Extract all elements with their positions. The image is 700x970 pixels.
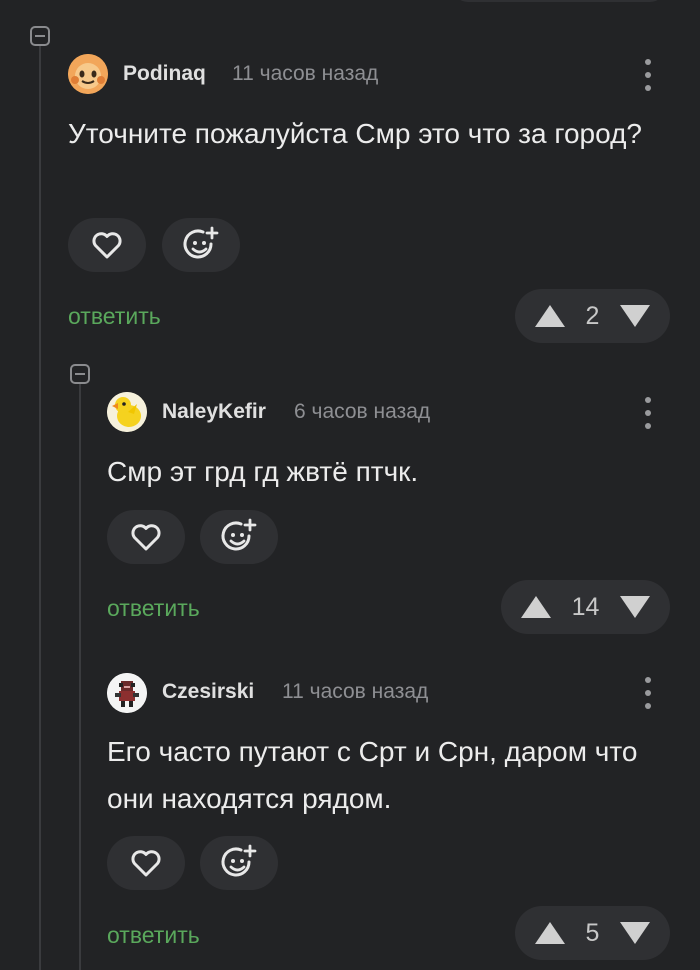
reply-link[interactable]: ответить bbox=[68, 303, 161, 330]
author-name[interactable]: Podinaq bbox=[123, 62, 206, 86]
like-button[interactable] bbox=[107, 510, 185, 564]
comment-text: Его часто путают с Срт и Срн, даром что … bbox=[107, 736, 638, 814]
like-button[interactable] bbox=[68, 218, 146, 272]
more-vertical-icon[interactable] bbox=[645, 677, 651, 709]
rating-control: 14 bbox=[501, 580, 670, 634]
rating-value: 14 bbox=[571, 592, 600, 621]
arrow-up-icon[interactable] bbox=[519, 594, 553, 620]
arrow-down-icon[interactable] bbox=[618, 594, 652, 620]
collapse-thread-icon[interactable] bbox=[70, 364, 90, 384]
rating-control: 5 bbox=[515, 906, 670, 960]
arrow-down-icon[interactable] bbox=[618, 920, 652, 946]
yellow-duck-avatar bbox=[107, 392, 147, 432]
collapse-thread-icon[interactable] bbox=[30, 26, 50, 46]
orange-face-avatar bbox=[68, 54, 108, 94]
arrow-down-icon[interactable] bbox=[618, 303, 652, 329]
reaction-button[interactable] bbox=[200, 836, 278, 890]
comment-time: 6 часов назад bbox=[294, 400, 431, 423]
like-button[interactable] bbox=[107, 836, 185, 890]
avatar[interactable] bbox=[68, 54, 108, 94]
add-emoji-icon bbox=[221, 844, 257, 877]
thread-line-nested bbox=[79, 384, 81, 970]
comment-time: 11 часов назад bbox=[282, 680, 429, 703]
avatar[interactable] bbox=[107, 392, 147, 432]
reply-link[interactable]: ответить bbox=[107, 595, 200, 622]
author-name[interactable]: NaleyKefir bbox=[162, 400, 266, 424]
comment-text: Уточните пожалуйста Смр это что за город… bbox=[68, 118, 642, 149]
author-name[interactable]: Czesirski bbox=[162, 680, 254, 704]
heart-icon bbox=[131, 524, 161, 551]
rating-control: 2 bbox=[515, 289, 670, 343]
thread-line-root bbox=[39, 46, 41, 970]
add-emoji-icon bbox=[221, 518, 257, 551]
rating-value: 2 bbox=[585, 301, 600, 330]
arrow-up-icon[interactable] bbox=[533, 920, 567, 946]
reaction-button[interactable] bbox=[200, 510, 278, 564]
comment-time: 11 часов назад bbox=[232, 62, 379, 85]
previous-rating-pill bbox=[452, 0, 666, 2]
arrow-up-icon[interactable] bbox=[533, 303, 567, 329]
rating-value: 5 bbox=[585, 918, 600, 947]
heart-icon bbox=[131, 850, 161, 877]
more-vertical-icon[interactable] bbox=[645, 397, 651, 429]
avatar[interactable] bbox=[107, 673, 147, 713]
reply-link[interactable]: ответить bbox=[107, 922, 200, 949]
comment-text: Смр эт грд гд жвтё птчк. bbox=[107, 456, 419, 487]
more-vertical-icon[interactable] bbox=[645, 59, 651, 91]
pixel-character-avatar bbox=[107, 673, 147, 713]
heart-icon bbox=[92, 232, 122, 259]
add-emoji-icon bbox=[183, 226, 219, 259]
reaction-button[interactable] bbox=[162, 218, 240, 272]
